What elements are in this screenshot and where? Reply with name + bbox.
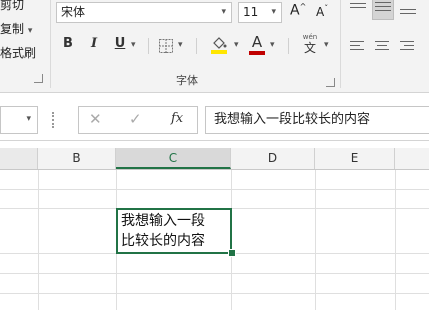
grow-font-button[interactable]: A^ [290, 2, 306, 19]
copy-dropdown-icon[interactable]: ▾ [28, 26, 33, 36]
ribbon-divider [148, 38, 149, 54]
gridline [0, 293, 429, 294]
clipboard-launcher-icon[interactable] [34, 74, 43, 83]
phonetic-dropdown-icon[interactable]: ▾ [324, 40, 329, 50]
top-align-button[interactable] [350, 0, 366, 14]
font-name-combo[interactable]: 宋体 ▾ [56, 2, 232, 23]
borders-dropdown-icon[interactable]: ▾ [178, 40, 183, 50]
ribbon: 剪切 复制 ▾ 格式刷 宋体 ▾ 11 ▾ A^ Aˇ B I U ▾ ▾ ▾ … [0, 0, 429, 93]
ribbon-divider [288, 38, 289, 54]
formula-buttons: ✕ ✓ fx [78, 106, 198, 134]
column-header-row: B C D E [0, 148, 429, 170]
font-size-dropdown-icon[interactable]: ▾ [271, 3, 276, 22]
cut-label: 剪切 [0, 0, 25, 12]
fill-color-dropdown-icon[interactable]: ▾ [234, 40, 239, 50]
font-color-button[interactable]: A [248, 33, 266, 55]
italic-button[interactable]: I [86, 36, 102, 51]
shrink-font-icon: A [316, 5, 325, 19]
underline-icon: U [114, 36, 126, 51]
column-header-d[interactable]: D [231, 148, 315, 169]
column-header-e[interactable]: E [315, 148, 395, 169]
font-group-label: 字体 [176, 74, 198, 87]
font-size-combo[interactable]: 11 ▾ [238, 2, 282, 23]
ribbon-divider [50, 0, 51, 88]
fill-color-button[interactable] [210, 34, 228, 58]
gridline [0, 189, 429, 190]
gridline [395, 170, 396, 310]
font-size-value: 11 [243, 5, 259, 19]
format-painter-button[interactable]: 格式刷 [0, 44, 36, 61]
font-name-value: 宋体 [61, 5, 86, 19]
copy-button[interactable]: 复制 ▾ [0, 20, 32, 37]
ribbon-divider [196, 38, 197, 54]
insert-function-icon[interactable]: fx [171, 111, 183, 126]
cell-text-line: 我想输入一段 [121, 213, 205, 229]
underline-button[interactable]: U [112, 36, 128, 51]
align-right-button[interactable] [400, 38, 416, 52]
name-box-dropdown-icon[interactable]: ▾ [26, 114, 31, 124]
align-left-button[interactable] [350, 38, 366, 52]
formula-bar-resize-handle[interactable] [52, 112, 57, 128]
column-header-c[interactable]: C [116, 148, 231, 169]
cell-text-line: 比较长的内容 [121, 233, 205, 249]
phonetic-pinyin-label: wén [302, 33, 318, 41]
font-color-icon: A [251, 33, 263, 51]
select-all-corner[interactable] [0, 148, 38, 169]
gridline [38, 170, 39, 310]
active-cell[interactable]: 我想输入一段 比较长的内容 [116, 208, 232, 254]
borders-button[interactable] [158, 38, 174, 58]
bold-icon: B [63, 36, 73, 51]
shrink-font-button[interactable]: Aˇ [316, 4, 328, 19]
fill-handle[interactable] [228, 249, 236, 257]
phonetic-char-icon: 文 [303, 41, 316, 55]
cancel-entry-icon[interactable]: ✕ [89, 110, 102, 128]
bottom-align-button[interactable] [400, 6, 416, 20]
align-center-button[interactable] [375, 38, 391, 52]
font-color-dropdown-icon[interactable]: ▾ [270, 40, 275, 50]
ribbon-divider [340, 0, 341, 88]
borders-icon [159, 39, 173, 53]
grow-font-icon: A [290, 2, 300, 19]
highlight-color-swatch [211, 50, 227, 54]
confirm-entry-icon[interactable]: ✓ [129, 110, 142, 128]
italic-icon: I [90, 36, 98, 51]
bold-button[interactable]: B [60, 36, 76, 51]
middle-align-button[interactable] [372, 0, 394, 20]
underline-dropdown-icon[interactable]: ▾ [131, 40, 136, 50]
format-painter-label: 格式刷 [0, 46, 37, 60]
phonetic-guide-button[interactable]: wén 文 [298, 33, 322, 55]
formula-input[interactable]: 我想输入一段比较长的内容 [205, 106, 429, 134]
copy-label: 复制 [0, 22, 25, 36]
gridline [0, 273, 429, 274]
cut-button[interactable]: 剪切 [0, 0, 24, 13]
name-box[interactable]: ▾ [0, 106, 38, 134]
font-group-launcher-icon[interactable] [326, 78, 335, 87]
font-color-swatch [249, 51, 265, 55]
gridline [315, 170, 316, 310]
font-name-dropdown-icon[interactable]: ▾ [221, 3, 226, 22]
middle-align-icon [375, 2, 391, 16]
column-header-b[interactable]: B [38, 148, 116, 169]
